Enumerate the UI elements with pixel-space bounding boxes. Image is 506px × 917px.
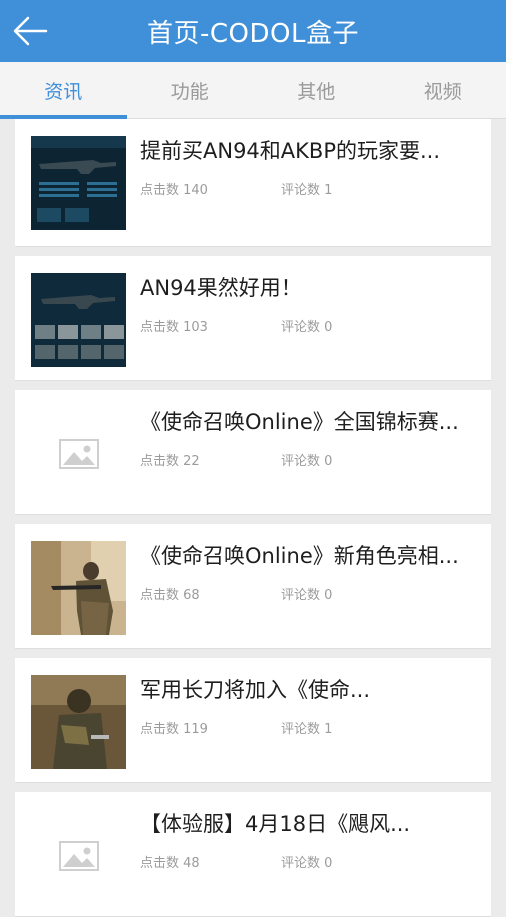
article-thumbnail xyxy=(31,273,126,367)
comment-count: 评论数 0 xyxy=(281,852,332,871)
comment-count: 评论数 0 xyxy=(281,450,332,469)
article-title: AN94果然好用！ xyxy=(140,272,473,302)
list-item[interactable]: 提前买AN94和AKBP的玩家要... 点击数 140 评论数 1 xyxy=(15,119,491,247)
article-thumbnail xyxy=(31,136,126,230)
list-item[interactable]: 【体验服】4月18日《飓风... 点击数 48 评论数 0 xyxy=(15,792,491,917)
tab-news[interactable]: 资讯 xyxy=(0,62,127,118)
list-item[interactable]: 《使命召唤Online》新角色亮相... 点击数 68 评论数 0 xyxy=(15,524,491,649)
click-count: 点击数 140 xyxy=(140,179,208,198)
article-title: 《使命召唤Online》新角色亮相... xyxy=(140,540,473,570)
click-count: 点击数 48 xyxy=(140,852,200,871)
article-title: 《使命召唤Online》全国锦标赛... xyxy=(140,406,473,436)
app-header: 首页-CODOL盒子 xyxy=(0,0,506,62)
comment-count: 评论数 0 xyxy=(281,316,332,335)
list-item[interactable]: 《使命召唤Online》全国锦标赛... 点击数 22 评论数 0 xyxy=(15,390,491,515)
click-count: 点击数 22 xyxy=(140,450,200,469)
article-title: 军用长刀将加入《使命... xyxy=(140,674,473,704)
article-title: 提前买AN94和AKBP的玩家要... xyxy=(140,135,473,165)
back-arrow-icon[interactable] xyxy=(10,12,52,50)
article-title: 【体验服】4月18日《飓风... xyxy=(140,808,473,838)
tab-other[interactable]: 其他 xyxy=(253,62,380,118)
list-item[interactable]: 军用长刀将加入《使命... 点击数 119 评论数 1 xyxy=(15,658,491,783)
page-title: 首页-CODOL盒子 xyxy=(147,13,359,50)
comment-count: 评论数 1 xyxy=(281,718,332,737)
article-list: 提前买AN94和AKBP的玩家要... 点击数 140 评论数 1 AN94果然… xyxy=(0,119,506,917)
image-placeholder-icon xyxy=(31,407,126,501)
image-placeholder-icon xyxy=(31,809,126,903)
tab-bar: 资讯 功能 其他 视频 xyxy=(0,62,506,119)
comment-count: 评论数 0 xyxy=(281,584,332,603)
click-count: 点击数 119 xyxy=(140,718,208,737)
tab-features[interactable]: 功能 xyxy=(127,62,254,118)
tab-video[interactable]: 视频 xyxy=(380,62,506,118)
click-count: 点击数 103 xyxy=(140,316,208,335)
click-count: 点击数 68 xyxy=(140,584,200,603)
list-item[interactable]: AN94果然好用！ 点击数 103 评论数 0 xyxy=(15,256,491,381)
article-thumbnail xyxy=(31,675,126,769)
article-thumbnail xyxy=(31,541,126,635)
comment-count: 评论数 1 xyxy=(281,179,332,198)
